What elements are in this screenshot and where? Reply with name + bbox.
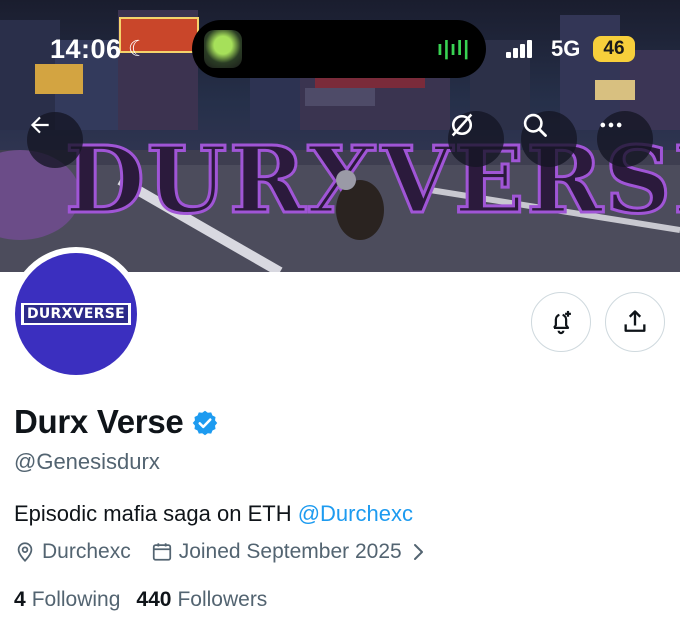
followers-label: Followers — [177, 588, 268, 611]
battery-level: 46 — [593, 36, 635, 62]
followers-count: 440 — [136, 588, 172, 611]
bell-plus-icon — [553, 310, 571, 335]
chevron-right-icon[interactable] — [410, 543, 426, 561]
grok-button[interactable] — [448, 111, 504, 167]
dynamic-island[interactable]: ı|ıl| — [192, 20, 486, 78]
grok-icon — [451, 113, 473, 137]
focus-moon-icon: ☾ — [128, 36, 148, 61]
share-button[interactable] — [605, 292, 665, 352]
follow-stats: 4 Following 440 Followers — [14, 588, 283, 612]
location-text: Durchexc — [42, 540, 131, 563]
status-time: 14:06 — [50, 34, 122, 64]
search-icon — [523, 113, 547, 137]
now-playing-artwork — [204, 30, 242, 68]
display-name: Durx Verse — [14, 403, 184, 440]
notify-button[interactable] — [531, 292, 591, 352]
followers-link[interactable]: 440 Followers — [136, 588, 267, 612]
display-name-row: Durx Verse — [14, 403, 219, 441]
bio-mention-link[interactable]: @Durchexc — [298, 501, 413, 526]
more-options-button[interactable] — [597, 111, 653, 167]
avatar[interactable]: DURXVERSE — [15, 253, 137, 375]
bio: Episodic mafia saga on ETH @Durchexc — [14, 501, 413, 527]
arrow-left-icon — [30, 116, 49, 134]
joined-date: Joined September 2025 — [178, 540, 402, 563]
calendar-icon — [151, 541, 173, 563]
more-dots-icon — [600, 122, 622, 128]
back-button[interactable] — [27, 112, 83, 168]
network-type: 5G — [551, 36, 581, 61]
verified-badge-icon[interactable] — [191, 409, 219, 437]
status-bar: 14:06 ☾ ı|ıl| 5G 46 — [0, 0, 680, 90]
bio-text: Episodic mafia saga on ETH — [14, 501, 298, 526]
avatar-logo: DURXVERSE — [20, 303, 132, 325]
audio-waveform-icon: ı|ıl| — [437, 38, 470, 60]
avatar-logo-text: DURXVERSE — [23, 305, 129, 323]
following-link[interactable]: 4 Following — [14, 588, 120, 612]
cellular-signal-icon — [506, 40, 532, 58]
username-handle: @Genesisdurx — [14, 449, 160, 474]
profile-banner: DURXVERSE 14:06 ☾ ı|ıl| 5G 46 — [0, 0, 680, 272]
share-upload-icon — [624, 310, 646, 332]
location-pin-icon — [14, 541, 36, 563]
following-count: 4 — [14, 588, 26, 611]
profile-meta: Durchexc Joined September 2025 — [14, 540, 426, 564]
search-button[interactable] — [521, 111, 577, 167]
following-label: Following — [31, 588, 121, 611]
